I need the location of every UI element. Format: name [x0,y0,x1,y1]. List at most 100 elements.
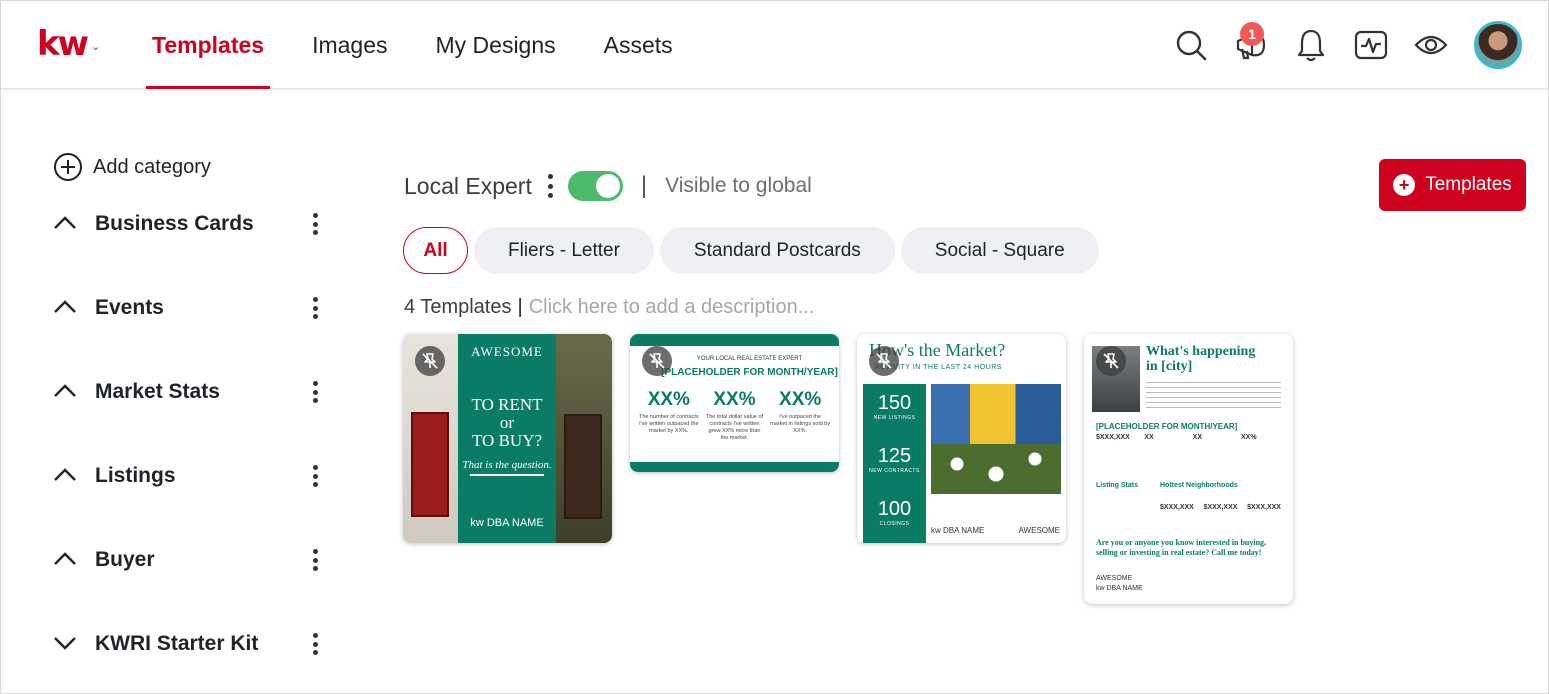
pin-icon[interactable] [415,346,445,376]
template-card-hows-the-market[interactable]: How's the Market? ACTIVITY IN THE LAST 2… [857,334,1066,543]
headline-line: TO BUY? [471,431,543,450]
sidebar-item-label[interactable]: Listings [95,464,176,488]
header-actions: 1 [1174,21,1522,69]
tab-my-designs[interactable]: My Designs [430,1,562,89]
stat-value: XX% [779,389,822,410]
card-stats: 150 NEW LISTINGS 125 NEW CONTRACTS 100 CLOS… [863,384,926,543]
card-stats: XX% The number of contracts I've written … [636,389,833,442]
add-templates-button[interactable]: + Templates [1379,159,1526,211]
template-count-row: 4 Templates | Click here to add a descri… [404,296,814,319]
stat: 125 NEW CONTRACTS [863,437,926,490]
card-paragraph [1146,382,1281,410]
tab-assets[interactable]: Assets [598,1,679,89]
main-nav: Templates Images My Designs Assets [146,1,715,89]
kebab-menu-icon[interactable] [307,379,323,405]
add-category-label: Add category [93,155,211,178]
kebab-menu-icon[interactable] [307,463,323,489]
description-field[interactable]: Click here to add a description... [529,296,815,319]
stat-label: CLOSINGS [879,521,910,527]
template-card-rent-or-buy[interactable]: AWESOME TO RENT or TO BUY? That is the q… [403,334,612,543]
card-cta: Are you or anyone you know interested in… [1096,538,1267,557]
neighborhood-value: $XXX,XXX [1247,504,1281,511]
eye-icon[interactable] [1414,22,1448,68]
stat-value: 100 [877,498,912,520]
add-category-button[interactable]: Add category [53,151,343,183]
sidebar-item-buyer: Buyer [53,540,333,580]
stat: XX% The total dollar value of contracts I… [704,389,764,442]
card-brand: AWESOME [1096,575,1133,582]
avatar[interactable] [1474,21,1522,69]
stat-label: NEW CONTRACTS [869,468,920,474]
stat-value: 125 [877,445,912,467]
stat: 150 NEW LISTINGS [863,384,926,437]
stat-value: 150 [877,392,912,414]
filter-chips: All Fliers - Letter Standard Postcards S… [403,227,1099,274]
tab-images[interactable]: Images [306,1,393,89]
stat: XX% The number of contracts I've written … [639,389,699,442]
template-count: 4 Templates [404,296,512,318]
visible-to-global-label: Visible to global [665,174,812,197]
kebab-menu-icon[interactable] [307,547,323,573]
filter-chip-standard-postcards[interactable]: Standard Postcards [659,227,895,274]
add-templates-label: Templates [1425,174,1512,195]
stat-label: NEW LISTINGS [873,415,916,421]
activity-monitor-icon[interactable] [1354,22,1388,68]
chevron-down-icon: ⌄ [91,40,101,53]
card-footer: AWESOME kw DBA NAME [1096,574,1143,594]
search-icon[interactable] [1174,22,1208,68]
collection-header: Local Expert | Visible to global [404,167,812,205]
plus-circle-icon [54,153,82,181]
chevron-up-icon[interactable] [53,215,77,233]
card-stat-grid: $XXX,XXX XX XX XX% [1096,434,1281,474]
pin-icon[interactable] [642,346,672,376]
bell-icon[interactable] [1294,22,1328,68]
kebab-menu-icon[interactable] [546,174,556,198]
collection-title: Local Expert [404,172,532,199]
grid-value: XX% [1240,434,1257,441]
sidebar-item-label[interactable]: Market Stats [95,380,220,404]
tab-templates[interactable]: Templates [146,1,271,89]
sidebar-item-label[interactable]: KWRI Starter Kit [95,632,258,656]
stat-value: XX% [647,389,690,410]
chevron-up-icon[interactable] [53,299,77,317]
chevron-up-icon[interactable] [53,383,77,401]
grid-stat: XX [1193,434,1233,474]
chevron-up-icon[interactable] [53,551,77,569]
card-placeholder: [PLACEHOLDER FOR MONTH/YEAR] [1096,422,1238,431]
divider: | [517,296,523,318]
grid-value: XX [1144,434,1154,441]
kebab-menu-icon[interactable] [307,211,323,237]
stat-caption: The number of contracts I've written out… [639,414,699,434]
sidebar-item-label[interactable]: Events [95,296,164,320]
template-card-market-percentages[interactable]: YOUR LOCAL REAL ESTATE EXPERT [PLACEHOLD… [630,334,839,472]
template-card-whats-happening[interactable]: What's happening in [city] [PLACEHOLDER … [1084,334,1293,604]
kw-logo: kw [37,24,89,64]
stat-caption: I've outpaced the market in listings sol… [770,414,831,434]
card-brand: AWESOME [1018,526,1060,535]
sidebar-item-label[interactable]: Buyer [95,548,155,572]
title-line: What's happening [1146,344,1256,359]
filter-chip-fliers-letter[interactable]: Fliers - Letter [474,227,654,274]
kw-logo-menu[interactable]: kw ⌄ [37,27,100,61]
pin-icon[interactable] [1096,346,1126,376]
sidebar-item-business-cards: Business Cards [53,204,333,244]
headline-line: or [499,413,515,432]
grid-value: XX [1192,434,1202,441]
sidebar-item-market-stats: Market Stats [53,372,333,412]
kebab-menu-icon[interactable] [307,631,323,657]
sidebar-item-label[interactable]: Business Cards [95,212,254,236]
chevron-up-icon[interactable] [53,467,77,485]
chevron-down-icon[interactable] [53,636,77,653]
card-dba: kw DBA NAME [470,517,544,529]
sidebar-item-listings: Listings [53,456,333,496]
filter-chip-all[interactable]: All [403,227,468,274]
grid-stat: XX [1144,434,1184,474]
stat-caption: The total dollar value of contracts I've… [705,414,764,441]
megaphone-icon[interactable]: 1 [1234,22,1268,68]
notification-badge: 1 [1240,22,1264,46]
pin-icon[interactable] [869,346,899,376]
divider [470,474,544,476]
filter-chip-social-square[interactable]: Social - Square [900,227,1099,274]
visible-to-global-toggle[interactable] [567,171,623,201]
kebab-menu-icon[interactable] [307,295,323,321]
